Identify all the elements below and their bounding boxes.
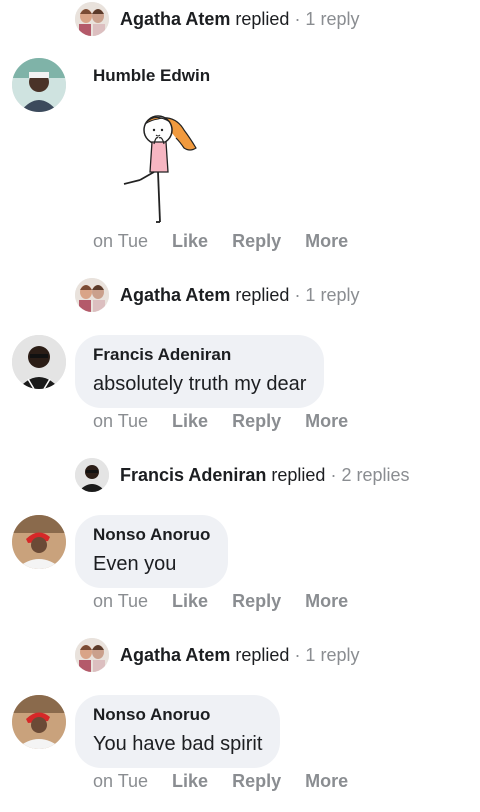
comment-actions: on Tue Like Reply More [93,230,372,252]
reply-summary[interactable]: Francis Adeniran replied · 2 replies [120,463,409,487]
reply-summary-verb: replied [271,465,326,485]
like-button[interactable]: Like [172,590,208,612]
like-button[interactable]: Like [172,770,208,792]
reply-button[interactable]: Reply [232,590,281,612]
reply-summary[interactable]: Agatha Atem replied · 1 reply [120,643,359,667]
comment-actions: on Tue Like Reply More [93,590,372,612]
avatar-nonso-anoruo[interactable] [12,695,66,749]
reply-summary-name: Agatha Atem [120,285,231,305]
reply-summary-count: · 1 reply [294,9,360,29]
more-button[interactable]: More [305,590,348,612]
comment-text: absolutely truth my dear [93,373,307,395]
reply-summary-count: · 2 replies [330,465,410,485]
reply-summary-name: Agatha Atem [120,9,231,29]
comment-time: on Tue [93,411,149,431]
more-button[interactable]: More [305,230,348,252]
comment-author[interactable]: Francis Adeniran [93,344,306,366]
comment-time: on Tue [93,771,149,791]
reply-summary[interactable]: Agatha Atem replied · 1 reply [120,7,359,31]
reply-button[interactable]: Reply [232,410,281,432]
comment-author[interactable]: Humble Edwin [93,65,210,87]
comment-time: on Tue [93,231,149,251]
comment-time: on Tue [93,591,149,611]
comment-text: Even you [93,553,177,575]
reply-summary-verb: replied [235,285,290,305]
more-button[interactable]: More [305,770,348,792]
avatar-agatha-atem[interactable] [75,278,109,312]
reply-button[interactable]: Reply [232,230,281,252]
comment-bubble[interactable]: Nonso Anoruo Even you [75,515,229,588]
reply-summary-count: · 1 reply [294,645,360,665]
reply-summary-verb: replied [235,645,290,665]
avatar-agatha-atem[interactable] [75,638,109,672]
reply-summary-name: Agatha Atem [120,645,231,665]
more-button[interactable]: More [305,410,348,432]
avatar-nonso-anoruo[interactable] [12,515,66,569]
like-button[interactable]: Like [172,410,208,432]
avatar-francis-adeniran[interactable] [12,335,66,389]
cartoon-girl-sticker [118,108,202,226]
comment-bubble[interactable]: Nonso Anoruo You have bad spirit [75,695,281,768]
reply-button[interactable]: Reply [232,770,281,792]
avatar-francis-adeniran[interactable] [75,458,109,492]
avatar-humble-edwin[interactable] [12,58,66,112]
avatar-agatha-atem[interactable] [75,2,109,36]
like-button[interactable]: Like [172,230,208,252]
comment-author[interactable]: Nonso Anoruo [93,704,262,726]
comment-actions: on Tue Like Reply More [93,770,372,792]
reply-summary[interactable]: Agatha Atem replied · 1 reply [120,283,359,307]
reply-summary-verb: replied [235,9,290,29]
comment-actions: on Tue Like Reply More [93,410,372,432]
comment-text: You have bad spirit [93,733,263,755]
comment-bubble[interactable]: Francis Adeniran absolutely truth my dea… [75,335,325,408]
reply-summary-count: · 1 reply [294,285,360,305]
reply-summary-name: Francis Adeniran [120,465,267,485]
comment-author[interactable]: Nonso Anoruo [93,524,210,546]
